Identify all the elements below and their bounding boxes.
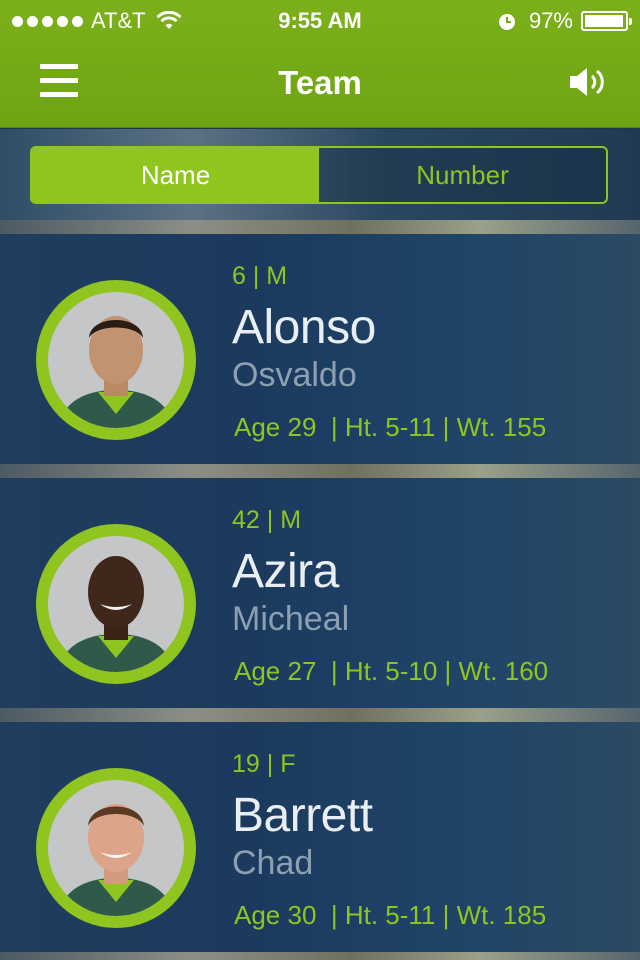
alarm-clock-icon — [498, 14, 515, 30]
battery-percentage: 97% — [528, 8, 573, 33]
player-photo — [48, 292, 184, 428]
player-row[interactable]: 6 | M Alonso Osvaldo Age 29 | Ht. 5-11 |… — [0, 234, 640, 464]
player-last-name: Azira — [232, 545, 339, 598]
player-avatar — [36, 524, 196, 684]
navigation-bar: Team — [0, 40, 640, 128]
status-bar: AT&T 9:55 AM 97% — [0, 0, 640, 40]
player-stats: Age 27 | Ht. 5-10 | Wt. 160 — [234, 656, 549, 686]
sort-segmented-control: Name Number — [30, 146, 608, 204]
sort-bar: Name Number — [0, 129, 640, 220]
player-row[interactable]: 42 | M Azira Micheal Age 27 | Ht. 5-10 |… — [0, 478, 640, 708]
player-first-name: Chad — [232, 844, 314, 882]
divider — [0, 220, 640, 234]
player-last-name: Barrett — [232, 789, 373, 842]
player-last-name: Alonso — [232, 301, 376, 354]
player-avatar — [36, 280, 196, 440]
player-avatar — [36, 768, 196, 928]
player-row[interactable]: 19 | F Barrett Chad Age 30 | Ht. 5-11 | … — [0, 722, 640, 952]
player-stats: Age 29 | Ht. 5-11 | Wt. 155 — [234, 412, 547, 442]
app-header: AT&T 9:55 AM 97% Team — [0, 0, 640, 128]
speaker-volume-icon[interactable] — [568, 64, 608, 100]
sort-by-number-button[interactable]: Number — [319, 148, 606, 202]
divider — [0, 464, 640, 478]
sort-by-name-button[interactable]: Name — [32, 148, 319, 202]
battery-icon — [581, 11, 632, 31]
player-first-name: Micheal — [232, 600, 350, 638]
player-number-position: 19 | F — [232, 750, 296, 778]
player-list: 6 | M Alonso Osvaldo Age 29 | Ht. 5-11 |… — [0, 220, 640, 960]
player-number-position: 6 | M — [232, 262, 288, 290]
player-stats: Age 30 | Ht. 5-11 | Wt. 185 — [234, 900, 547, 930]
player-photo — [48, 536, 184, 672]
divider — [0, 708, 640, 722]
player-number-position: 42 | M — [232, 506, 302, 534]
page-title: Team — [278, 64, 362, 101]
player-photo — [48, 780, 184, 916]
divider — [0, 952, 640, 960]
status-right: 97% — [497, 8, 632, 34]
player-first-name: Osvaldo — [232, 356, 357, 394]
